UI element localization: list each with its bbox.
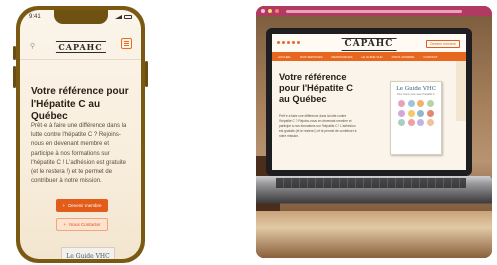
join-button[interactable]: Devenir membre — [426, 40, 460, 48]
phone-volume-button — [13, 46, 16, 60]
book-illustration-icon — [417, 119, 425, 126]
side-panel — [456, 61, 466, 121]
book-illustration-icon — [398, 100, 406, 107]
book-subtitle: Pour mieux vivre avec l'hépatite C — [397, 93, 435, 96]
laptop-photo: CAPAHC Devenir membre ACCUEIL NOS SERVIC… — [256, 6, 492, 258]
contact-us-label: Nous Contacter — [69, 222, 101, 227]
book-illustration-icon — [398, 109, 406, 117]
book-illustration-icon — [398, 119, 406, 126]
site-logo[interactable]: CAPAHC — [341, 38, 397, 51]
wooden-table — [256, 211, 492, 258]
laptop-lid: CAPAHC Devenir membre ACCUEIL NOS SERVIC… — [266, 28, 472, 176]
guide-card-peek[interactable]: Le Guide VHC — [61, 247, 115, 259]
hero-title: Votre référence pour l'Hépatite C au Qué… — [31, 86, 129, 122]
address-bar[interactable] — [286, 9, 462, 13]
laptop-keyboard — [276, 178, 466, 188]
plus-icon: + — [63, 222, 67, 227]
book-illustration-icon — [426, 109, 434, 117]
phone-screen: 9:41 CAPAHC ⚲ Votre référence pour l'Hép… — [20, 10, 141, 259]
nav-item[interactable]: LE GUIDE VHC — [361, 55, 382, 59]
book-icon-grid — [391, 100, 441, 126]
window-dot-icon[interactable] — [275, 9, 279, 13]
book-title: Le Guide VHC — [396, 86, 436, 92]
become-member-label: Devenir membre — [68, 203, 102, 208]
desktop-header: CAPAHC Devenir membre — [272, 34, 466, 52]
battery-icon — [124, 15, 132, 19]
phone-volume-button — [13, 66, 16, 88]
signal-icon — [115, 15, 122, 19]
status-time: 9:41 — [29, 14, 41, 20]
phone-mockup: 9:41 CAPAHC ⚲ Votre référence pour l'Hép… — [13, 6, 148, 263]
nav-item[interactable]: NOS SERVICES — [300, 55, 322, 59]
window-dot-icon[interactable] — [261, 9, 265, 13]
nav-item[interactable]: RESSOURCES — [331, 55, 352, 59]
nav-item[interactable]: ACCUEIL — [278, 55, 291, 59]
become-member-button[interactable]: + Devenir membre — [56, 199, 108, 212]
book-illustration-icon — [426, 119, 434, 126]
social-icons[interactable] — [277, 41, 300, 44]
site-logo[interactable]: CAPAHC — [55, 41, 106, 53]
hamburger-icon[interactable] — [121, 38, 132, 49]
book-illustration-icon — [417, 100, 425, 107]
window-dot-icon[interactable] — [268, 9, 272, 13]
book-illustration-icon — [407, 100, 415, 107]
book-illustration-icon — [417, 109, 425, 117]
nav-item[interactable]: CONTACT — [423, 55, 437, 59]
nav-item[interactable]: NOUS JOINDRE — [392, 55, 415, 59]
phone-notch — [53, 10, 108, 24]
magnifier-icon[interactable]: ⚲ — [30, 42, 35, 50]
book-illustration-icon — [407, 109, 415, 117]
main-nav: ACCUEIL NOS SERVICES RESSOURCES LE GUIDE… — [272, 52, 466, 61]
contact-us-button[interactable]: + Nous Contacter — [56, 218, 108, 231]
book-illustration-icon — [407, 119, 415, 126]
book-illustration-icon — [426, 100, 434, 107]
laptop-screen: CAPAHC Devenir membre ACCUEIL NOS SERVIC… — [272, 34, 466, 170]
hero-description: Prêt·e à faire une différence dans la lu… — [279, 114, 357, 138]
browser-bar — [256, 6, 492, 16]
phone-power-button — [145, 61, 148, 87]
hero-title: Votre référence pour l'Hépatite C au Qué… — [279, 72, 354, 104]
plus-icon: + — [62, 203, 66, 208]
status-icons — [115, 14, 132, 20]
guide-book-cover[interactable]: Le Guide VHC Pour mieux vivre avec l'hép… — [390, 81, 442, 155]
hero-description: Prêt·e à faire une différence dans la lu… — [31, 123, 127, 185]
